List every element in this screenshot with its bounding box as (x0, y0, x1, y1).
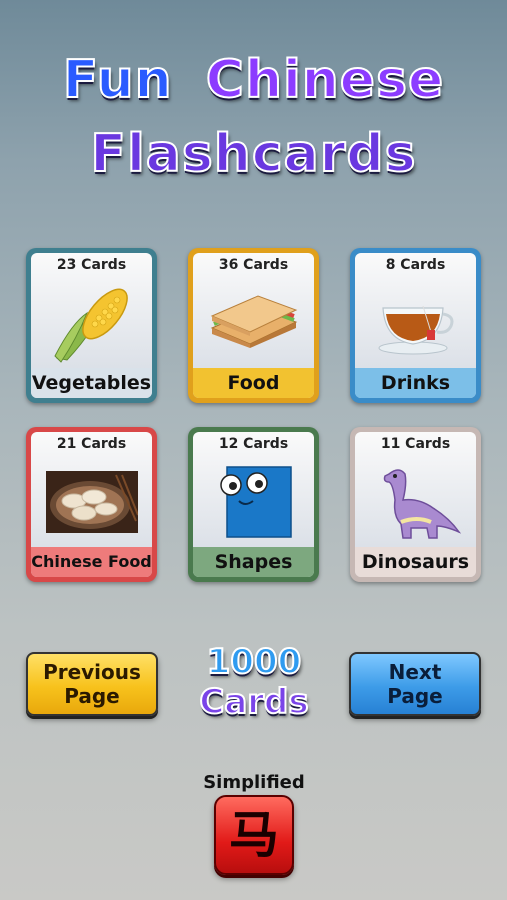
card-count: 21 Cards (56, 436, 127, 452)
category-card-chinese-food[interactable]: 21 Cards Chinese Food (26, 427, 157, 582)
category-card-shapes[interactable]: 12 Cards Shapes (188, 427, 319, 582)
card-label: Vegetables (31, 368, 152, 398)
card-count: 11 Cards (380, 436, 451, 452)
title-word-fun: Fun (62, 49, 173, 111)
card-count: 36 Cards (218, 257, 289, 273)
previous-page-button[interactable]: Previous Page (26, 652, 158, 716)
dumplings-image (41, 460, 142, 543)
card-label: Food (193, 368, 314, 398)
next-page-label-line1: Next (388, 660, 442, 684)
script-mode-toggle-button[interactable]: 马 (214, 795, 294, 875)
card-count: 12 Cards (218, 436, 289, 452)
category-card-food[interactable]: 36 Cards Food (188, 248, 319, 403)
square-face-icon (203, 460, 304, 543)
script-mode-label: Simplified (203, 772, 305, 793)
app-title-line1: Fun Chinese (0, 49, 507, 111)
app-title-line2: Flashcards (0, 123, 507, 185)
sandwich-icon (203, 281, 304, 364)
card-label: Dinosaurs (355, 547, 476, 577)
category-card-vegetables[interactable]: 23 Cards Vegetables (26, 248, 157, 403)
next-page-label-line2: Page (387, 684, 443, 708)
next-page-button[interactable]: Next Page (349, 652, 481, 716)
category-card-dinosaurs[interactable]: 11 Cards Dinosaurs (350, 427, 481, 582)
card-label: Drinks (355, 368, 476, 398)
total-count-label: Cards (198, 681, 309, 723)
title-word-chinese: Chinese (205, 49, 445, 111)
previous-page-label-line2: Page (64, 684, 120, 708)
card-label: Shapes (193, 547, 314, 577)
simplified-character-icon: 马 (229, 806, 279, 864)
card-label: Chinese Food (31, 547, 152, 577)
tea-cup-icon (365, 281, 466, 364)
category-card-drinks[interactable]: 8 Cards Drinks (350, 248, 481, 403)
title-word-flashcards: Flashcards (89, 123, 417, 185)
total-count-number: 1000 (206, 641, 303, 683)
card-count: 23 Cards (56, 257, 127, 273)
corn-icon (41, 281, 142, 364)
previous-page-label-line1: Previous (43, 660, 141, 684)
dinosaur-icon (365, 460, 466, 543)
card-count: 8 Cards (385, 257, 446, 273)
